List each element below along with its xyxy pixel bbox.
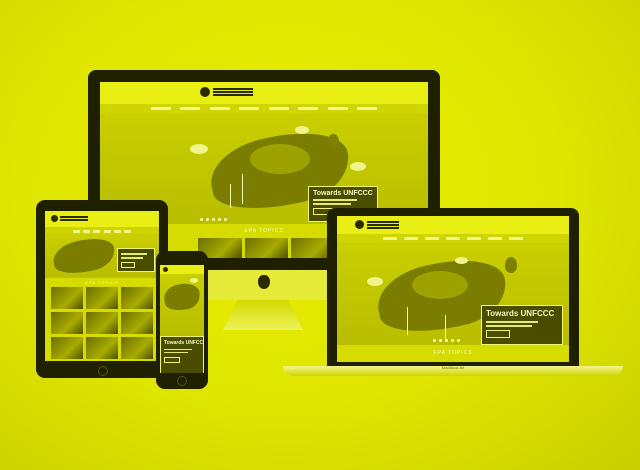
cloud-icon	[350, 162, 366, 171]
hero-card[interactable]: Towards UNFCCC	[481, 305, 563, 345]
topic-tiles	[51, 287, 153, 359]
home-button-icon[interactable]	[177, 376, 187, 386]
site-hero	[160, 274, 204, 336]
read-more-button[interactable]	[486, 330, 510, 338]
site-header	[100, 82, 428, 104]
site-logo	[355, 220, 364, 229]
laptop: Towards UNFCCC EPA TOPICS MacBook Air	[283, 208, 623, 380]
site-logo-text	[213, 88, 253, 90]
hero-title: Towards UNFCCC	[313, 190, 373, 197]
cloud-icon	[190, 144, 208, 154]
wind-turbine-icon	[445, 315, 446, 339]
hero-card[interactable]	[117, 248, 155, 272]
section-title: EPA TOPICS	[433, 350, 473, 356]
site-logo	[51, 215, 58, 222]
site-header	[337, 216, 569, 234]
site-hero	[45, 233, 159, 279]
hot-air-balloon-icon	[328, 134, 339, 149]
site-nav[interactable]	[337, 234, 569, 243]
hero-island-illustration	[161, 280, 203, 314]
hero-island-illustration	[50, 233, 118, 279]
carousel-dots[interactable]	[433, 339, 460, 342]
hero-title: Towards UNFCC	[164, 340, 204, 346]
read-more-button[interactable]	[121, 262, 135, 268]
phone: Towards UNFCC	[156, 251, 208, 389]
site-logo-text	[60, 216, 88, 218]
site-header	[45, 211, 159, 227]
phone-screen: Towards UNFCC	[160, 265, 204, 373]
home-button-icon[interactable]	[98, 366, 108, 376]
hot-air-balloon-icon	[505, 257, 517, 273]
section-title: EPA TOPICS	[85, 280, 119, 285]
cloud-icon	[455, 257, 468, 264]
site-nav[interactable]	[45, 227, 159, 234]
tablet-screen: EPA TOPICS	[45, 211, 159, 361]
site-logo-text	[367, 221, 399, 223]
carousel-dots[interactable]	[200, 218, 227, 221]
cloud-icon	[295, 126, 309, 134]
cloud-icon	[190, 278, 198, 283]
hero-island-hill	[412, 271, 468, 299]
wind-turbine-icon	[230, 184, 231, 208]
tablet: EPA TOPICS	[36, 200, 168, 378]
hero-island-hill	[250, 144, 310, 174]
laptop-model-label: MacBook Air	[441, 365, 465, 370]
wind-turbine-icon	[407, 307, 408, 335]
site-hero: Towards UNFCCC	[337, 243, 569, 345]
laptop-screen: Towards UNFCCC EPA TOPICS	[337, 216, 569, 362]
wind-turbine-icon	[242, 174, 243, 204]
site-header	[160, 265, 204, 274]
site-nav[interactable]	[100, 104, 428, 114]
site-logo	[163, 267, 168, 272]
read-more-button[interactable]	[164, 357, 180, 363]
hero-title: Towards UNFCCC	[486, 309, 555, 318]
site-logo	[200, 87, 210, 97]
apple-logo-icon	[258, 275, 270, 289]
cloud-icon	[367, 277, 383, 286]
hero-card[interactable]: Towards UNFCC	[160, 336, 204, 373]
